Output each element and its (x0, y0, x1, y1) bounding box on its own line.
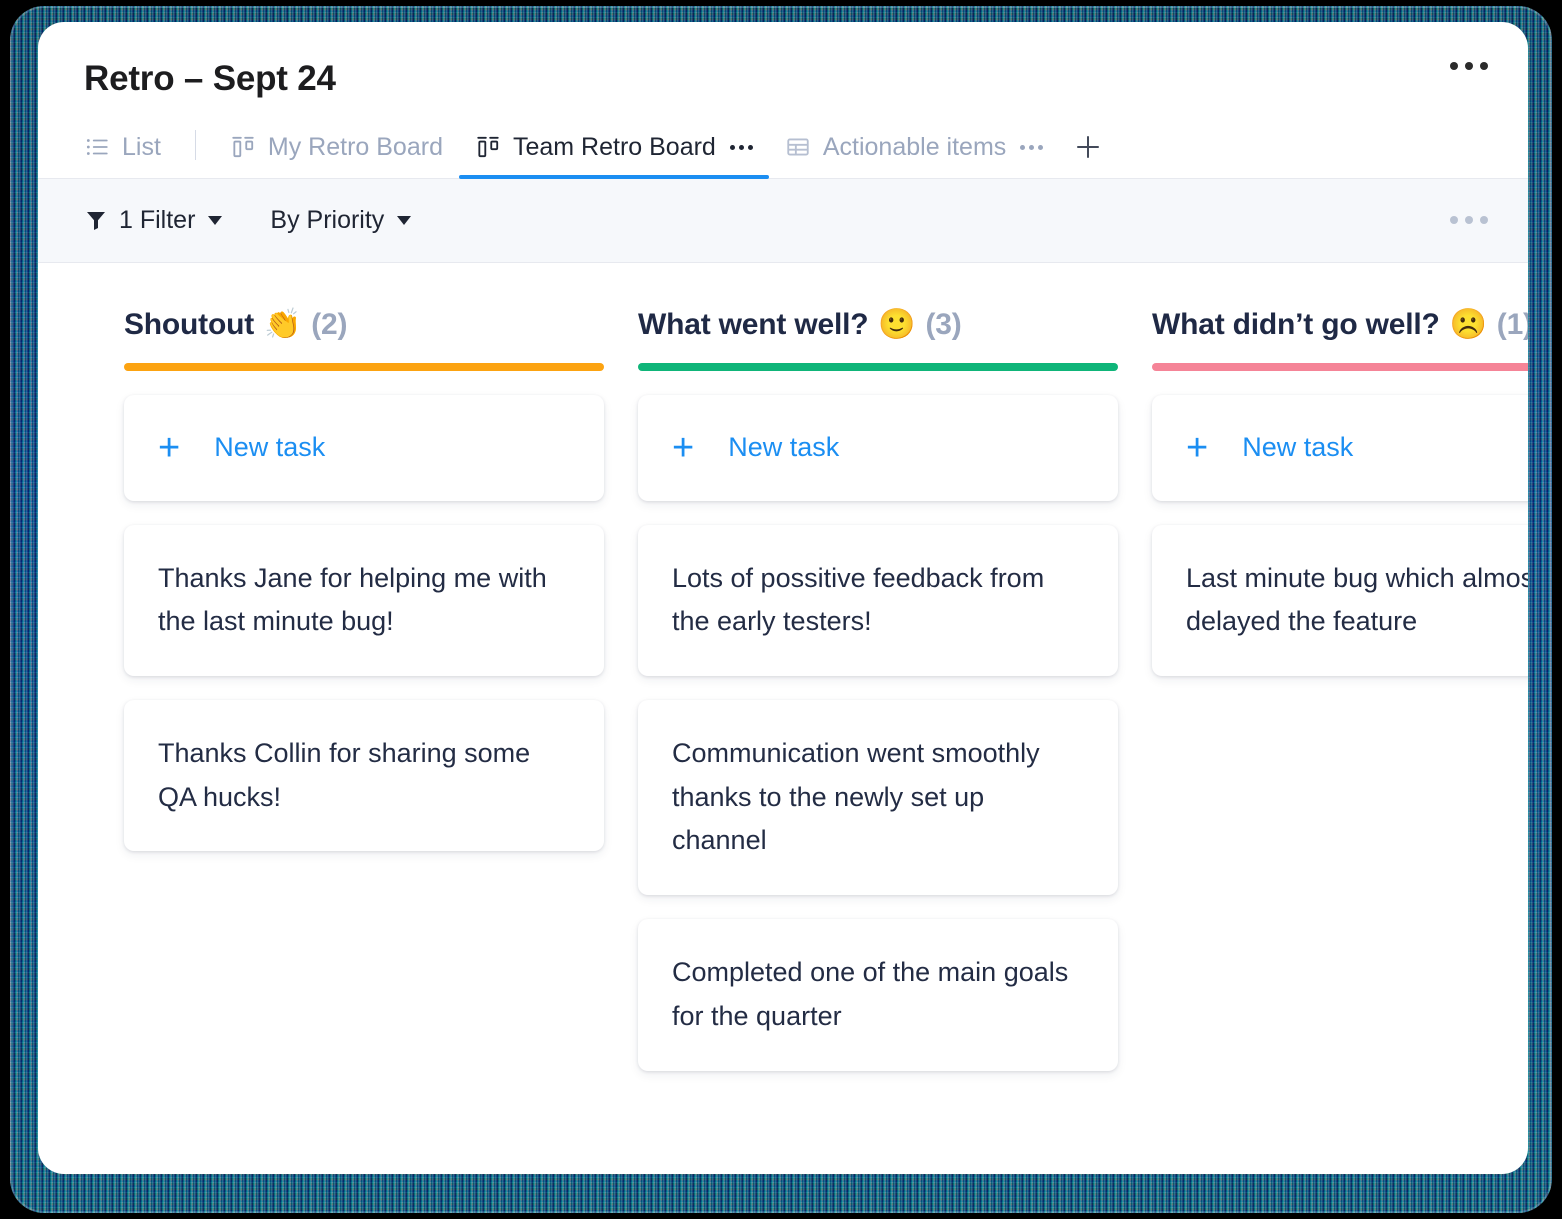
dot (1465, 216, 1473, 224)
column-header: Shoutout 👏 (2) (124, 307, 604, 342)
board-overflow-menu-button[interactable] (1450, 216, 1488, 224)
tab-my-retro-board[interactable]: My Retro Board (214, 133, 459, 178)
task-card-text: Lots of possitive feedback from the earl… (672, 562, 1045, 637)
plus-icon (1073, 132, 1103, 162)
tab-divider (194, 129, 196, 160)
view-tabs: List My Retro Board Team Retro Board Act… (38, 123, 1528, 179)
tab-label: List (122, 132, 161, 161)
tab-label: Team Retro Board (512, 132, 716, 161)
window-header: Retro – Sept 24 (38, 22, 1528, 99)
filter-toolbar: 1 Filter By Priority (38, 178, 1528, 263)
frowning-face-icon: ☹️ (1449, 307, 1487, 341)
dot (1029, 144, 1035, 150)
dot (747, 144, 753, 150)
smiling-face-icon: 🙂 (878, 307, 916, 341)
column-header: What didn’t go well? ☹️ (1) (1152, 307, 1528, 342)
tab-overflow-menu-icon[interactable] (1020, 144, 1044, 150)
plus-icon: + (672, 426, 695, 469)
dot (1480, 216, 1488, 224)
column-accent-bar (1152, 362, 1528, 371)
column-header: What went well? 🙂 (3) (638, 307, 1118, 342)
tab-label: My Retro Board (267, 132, 443, 161)
task-card[interactable]: Last minute bug which almost delayed the… (1152, 524, 1528, 676)
task-card[interactable]: Completed one of the main goals for the … (638, 919, 1118, 1071)
new-task-label: New task (214, 432, 326, 462)
task-card-text: Last minute bug which almost delayed the… (1186, 562, 1528, 637)
table-icon (785, 134, 811, 160)
add-view-button[interactable] (1059, 132, 1117, 178)
task-card-text: Thanks Collin for sharing some QA hucks! (158, 737, 531, 812)
plus-icon: + (1186, 426, 1209, 469)
tab-team-retro-board[interactable]: Team Retro Board (458, 132, 769, 179)
chevron-down-icon (208, 215, 223, 225)
dot (1465, 62, 1473, 70)
board-column-what-went-well: What went well? 🙂 (3) + New task Lots of… (638, 307, 1118, 1071)
new-task-label: New task (1242, 432, 1354, 462)
tab-label: Actionable items (822, 132, 1007, 161)
task-card-text: Completed one of the main goals for the … (672, 957, 1069, 1031)
column-title: What didn’t go well? (1152, 307, 1440, 341)
column-count: (2) (311, 307, 348, 341)
task-card[interactable]: Thanks Collin for sharing some QA hucks! (124, 699, 604, 852)
new-task-button[interactable]: + New task (1152, 394, 1528, 501)
dot (1038, 144, 1044, 150)
filter-button[interactable]: 1 Filter (84, 205, 223, 235)
column-title: What went well? (638, 307, 869, 341)
plus-icon: + (158, 426, 181, 469)
kanban-board: Shoutout 👏 (2) + New task Thanks Jane fo… (38, 263, 1528, 1071)
board-icon (230, 134, 256, 160)
tab-overflow-menu-icon[interactable] (729, 144, 753, 150)
column-count: (1) (1496, 307, 1528, 341)
group-by-button[interactable]: By Priority (270, 205, 412, 235)
new-task-label: New task (728, 432, 840, 462)
tab-list[interactable]: List (84, 133, 177, 178)
new-task-button[interactable]: + New task (124, 394, 604, 501)
dot (1450, 216, 1458, 224)
column-count: (3) (925, 307, 962, 341)
column-accent-bar (124, 362, 604, 371)
dot (738, 144, 744, 150)
list-icon (84, 134, 110, 160)
new-task-button[interactable]: + New task (638, 394, 1118, 501)
dot (729, 144, 735, 150)
tab-actionable-items[interactable]: Actionable items (769, 133, 1059, 178)
clapping-hands-icon: 👏 (264, 307, 302, 341)
page-title: Retro – Sept 24 (84, 59, 336, 98)
board-icon (475, 134, 501, 160)
chevron-down-icon (397, 215, 412, 225)
funnel-icon (84, 208, 108, 232)
dot (1450, 62, 1458, 70)
column-title: Shoutout (124, 307, 255, 341)
task-card-text: Communication went smoothly thanks to th… (672, 737, 1040, 856)
board-column-shoutout: Shoutout 👏 (2) + New task Thanks Jane fo… (124, 307, 604, 852)
group-by-label: By Priority (270, 205, 385, 234)
column-accent-bar (638, 362, 1118, 371)
dot (1020, 144, 1026, 150)
task-card[interactable]: Lots of possitive feedback from the earl… (638, 524, 1118, 676)
app-window: Retro – Sept 24 List My Retro Board Team… (38, 22, 1528, 1174)
task-card[interactable]: Thanks Jane for helping me with the last… (124, 524, 604, 676)
dot (1480, 62, 1488, 70)
task-card[interactable]: Communication went smoothly thanks to th… (638, 699, 1118, 896)
board-column-what-didnt-go-well: What didn’t go well? ☹️ (1) + New task L… (1152, 307, 1528, 676)
filter-label: 1 Filter (119, 205, 196, 234)
window-overflow-menu-button[interactable] (1450, 62, 1488, 70)
task-card-text: Thanks Jane for helping me with the last… (158, 562, 547, 637)
